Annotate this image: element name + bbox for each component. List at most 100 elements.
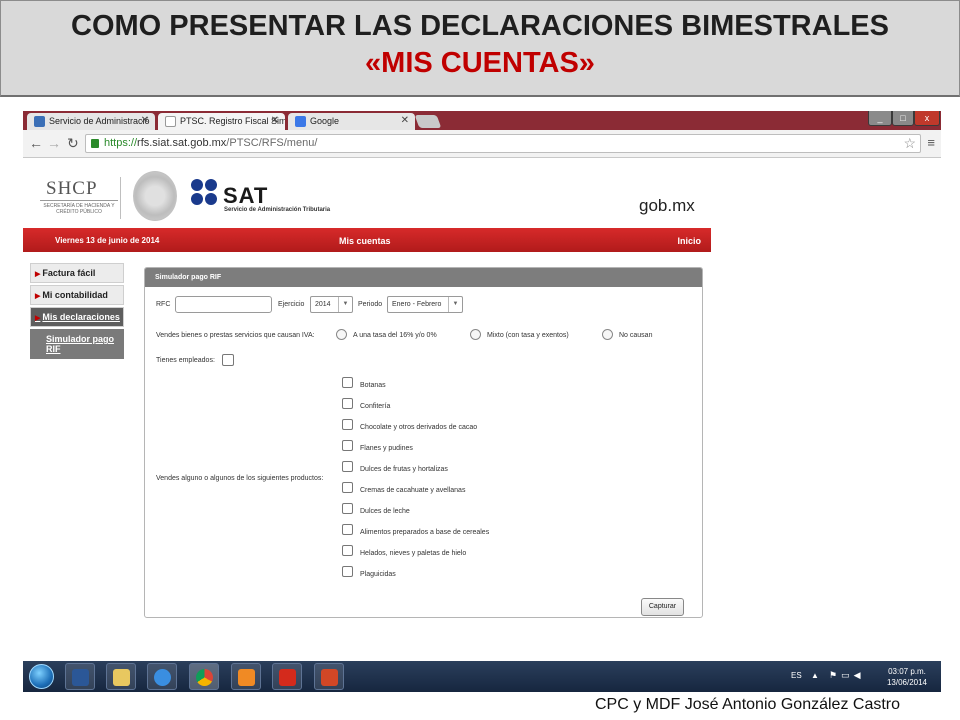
product-checkbox[interactable]: [342, 440, 353, 451]
clock-date: 13/06/2014: [886, 678, 928, 687]
ie-taskbar-button[interactable]: [147, 663, 177, 690]
side-subitem-simulador-rif[interactable]: Simulador pago RIF: [30, 329, 124, 359]
employees-checkbox[interactable]: [222, 354, 234, 366]
close-icon[interactable]: ✕: [271, 115, 279, 126]
address-bar[interactable]: https://rfs.siat.sat.gob.mx/PTSC/RFS/men…: [85, 134, 921, 153]
product-label: Confitería: [360, 403, 391, 410]
chevron-down-icon: ▼: [448, 297, 462, 312]
shcp-title: SHCP: [46, 178, 98, 199]
powerpoint-taskbar-button[interactable]: [314, 663, 344, 690]
product-checkbox[interactable]: [342, 545, 353, 556]
product-checkbox[interactable]: [342, 503, 353, 514]
url-scheme: https://: [104, 137, 138, 149]
url-host: rfs.siat.sat.gob.mx: [137, 137, 227, 149]
tab-sat[interactable]: Servicio de Administració ✕: [27, 113, 155, 130]
caret-right-icon: ▶: [35, 271, 41, 278]
iva-question: Vendes bienes o prestas servicios que ca…: [156, 332, 315, 339]
side-item-factura-facil[interactable]: ▶ Factura fácil: [30, 263, 124, 283]
product-label: Flanes y pudines: [360, 445, 413, 452]
menu-icon[interactable]: ≡: [927, 135, 935, 150]
clock-time: 03:07 p.m.: [888, 667, 926, 676]
header-bar: Viernes 13 de junio de 2014 Mis cuentas …: [23, 228, 711, 252]
lock-icon: [91, 139, 99, 148]
iva-option-label: Mixto (con tasa y exentos): [487, 332, 569, 339]
ejercicio-value: 2014: [315, 301, 331, 308]
capturar-button[interactable]: Capturar: [641, 598, 684, 616]
current-date: Viernes 13 de junio de 2014: [55, 236, 160, 245]
home-link[interactable]: Inicio: [677, 236, 701, 246]
windows-taskbar: ES ▲ ⚑▭◀ 03:07 p.m. 13/06/2014: [23, 661, 941, 692]
product-checkbox[interactable]: [342, 398, 353, 409]
periodo-value: Enero - Febrero: [392, 301, 442, 308]
bookmark-star-icon[interactable]: ☆: [903, 135, 916, 152]
reload-icon[interactable]: ↻: [67, 135, 79, 152]
rfc-label: RFC: [156, 301, 171, 308]
tab-google[interactable]: Google ✕: [288, 113, 415, 130]
word-icon: [72, 669, 89, 686]
ejercicio-select[interactable]: 2014 ▼: [310, 296, 353, 313]
product-checkbox[interactable]: [342, 566, 353, 577]
language-indicator[interactable]: ES: [791, 671, 802, 680]
iva-radio-no-causan[interactable]: [602, 329, 613, 340]
page-icon: [165, 116, 176, 127]
acrobat-taskbar-button[interactable]: [272, 663, 302, 690]
new-tab-button[interactable]: [414, 115, 442, 128]
gobmx-logo[interactable]: gob.mx: [639, 196, 695, 216]
close-icon[interactable]: ✕: [141, 115, 149, 126]
shcp-logo: SHCP SECRETARÍA DE HACIENDA Y CRÉDITO PÚ…: [36, 178, 118, 218]
product-checkbox[interactable]: [342, 461, 353, 472]
product-checkbox[interactable]: [342, 524, 353, 535]
url-path: /PTSC/RFS/menu/: [226, 137, 318, 149]
browser-window: Servicio de Administració ✕ PTSC. Regist…: [23, 111, 941, 661]
maximize-button[interactable]: □: [892, 111, 914, 126]
shcp-subtitle: SECRETARÍA DE HACIENDA Y CRÉDITO PÚBLICO: [40, 200, 118, 215]
close-icon[interactable]: ✕: [401, 115, 409, 126]
product-checkbox[interactable]: [342, 419, 353, 430]
side-item-mis-declaraciones[interactable]: ▶ Mis declaraciones: [30, 307, 124, 327]
close-window-button[interactable]: x: [914, 111, 940, 126]
iva-radio-mixto[interactable]: [470, 329, 481, 340]
powerpoint-icon: [321, 669, 338, 686]
iva-radio-tasa[interactable]: [336, 329, 347, 340]
side-item-label: Mi contabilidad: [42, 290, 108, 300]
banner-title: COMO PRESENTAR LAS DECLARACIONES BIMESTR…: [71, 10, 889, 42]
internet-explorer-icon: [154, 669, 171, 686]
periodo-select[interactable]: Enero - Febrero ▼: [387, 296, 463, 313]
show-hidden-icons-icon[interactable]: ▲: [811, 671, 819, 680]
tab-strip: Servicio de Administració ✕ PTSC. Regist…: [23, 111, 941, 130]
sat-name: SAT: [223, 183, 269, 208]
start-button[interactable]: [29, 664, 54, 689]
chevron-down-icon: ▼: [338, 297, 352, 312]
chrome-icon: [196, 669, 213, 686]
product-label: Botanas: [360, 382, 386, 389]
folder-icon: [113, 669, 130, 686]
side-menu: ▶ Factura fácil ▶ Mi contabilidad ▶ Mis dec…: [30, 263, 124, 359]
product-label: Cremas de cacahuate y avellanas: [360, 487, 466, 494]
product-label: Plaguicidas: [360, 571, 396, 578]
explorer-taskbar-button[interactable]: [106, 663, 136, 690]
product-checkbox[interactable]: [342, 377, 353, 388]
title-banner: COMO PRESENTAR LAS DECLARACIONES BIMESTR…: [0, 0, 960, 97]
side-item-label: Factura fácil: [42, 268, 96, 278]
mexico-seal-icon: [133, 171, 177, 221]
product-checkbox[interactable]: [342, 482, 353, 493]
minimize-button[interactable]: _: [868, 111, 892, 126]
forward-arrow-icon[interactable]: →: [47, 135, 61, 151]
panel-title: Simulador pago RIF: [145, 268, 702, 287]
tray-icons[interactable]: ⚑▭◀: [829, 670, 865, 681]
periodo-label: Periodo: [358, 301, 383, 308]
rfc-input[interactable]: [175, 296, 272, 313]
sat-subtitle: Servicio de Administración Tributaria: [224, 207, 331, 213]
logo-divider: [120, 177, 121, 219]
simulator-panel: Simulador pago RIF RFC Ejercicio 2014 ▼ …: [144, 267, 703, 618]
word-taskbar-button[interactable]: [65, 663, 95, 690]
chrome-taskbar-button[interactable]: [189, 663, 219, 690]
back-arrow-icon[interactable]: ←: [29, 135, 43, 151]
banner-subtitle: «MIS CUENTAS»: [365, 47, 595, 79]
side-item-mi-contabilidad[interactable]: ▶ Mi contabilidad: [30, 285, 124, 305]
products-question: Vendes alguno o algunos de los siguiente…: [156, 475, 324, 482]
media-player-taskbar-button[interactable]: [231, 663, 261, 690]
tab-ptsc[interactable]: PTSC. Registro Fiscal Sim ✕: [158, 113, 285, 130]
author-credit: CPC y MDF José Antonio González Castro: [595, 696, 901, 713]
clock[interactable]: 03:07 p.m. 13/06/2014: [883, 666, 931, 688]
